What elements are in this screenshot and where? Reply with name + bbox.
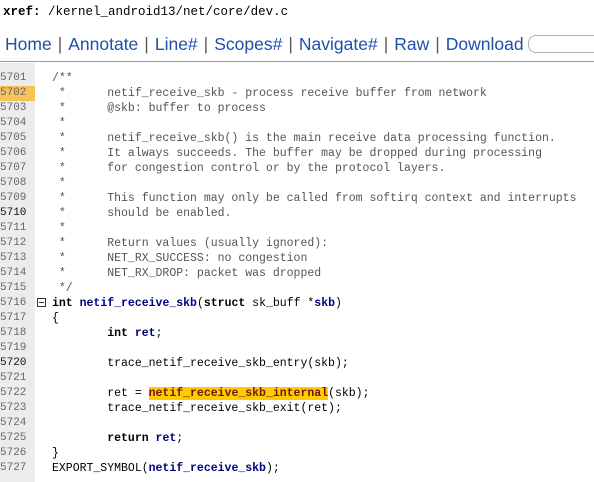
code-line: 5726} bbox=[0, 446, 594, 461]
line-number[interactable]: 5719 bbox=[0, 341, 35, 356]
code-text: ret = netif_receive_skb_internal(skb); bbox=[52, 387, 370, 400]
line-number[interactable]: 5701 bbox=[0, 71, 35, 86]
code-line: 5727 EXPORT_SYMBOL(netif_receive_skb); bbox=[0, 461, 594, 476]
code-line: 5710 * should be enabled. bbox=[0, 206, 594, 221]
line-number[interactable]: 5727 bbox=[0, 461, 35, 476]
menu-annotate-link[interactable]: Annotate bbox=[68, 34, 138, 54]
code-text: } bbox=[52, 447, 59, 460]
line-number[interactable]: 5724 bbox=[0, 416, 35, 431]
line-number[interactable]: 5722 bbox=[0, 386, 35, 401]
code-text: * bbox=[52, 117, 66, 130]
line-number[interactable]: 5713 bbox=[0, 251, 35, 266]
code-text: * for congestion control or by the proto… bbox=[52, 162, 446, 175]
code-line: 5702 * netif_receive_skb - process recei… bbox=[0, 86, 594, 101]
menu-scopes-link[interactable]: Scopes# bbox=[214, 34, 282, 54]
code-line: 5725 return ret; bbox=[0, 431, 594, 446]
xref-path-bar: xref: /kernel_android13/net/core/dev.c bbox=[3, 1, 288, 23]
code-text: * NET_RX_SUCCESS: no congestion bbox=[52, 252, 308, 265]
menu-separator: | bbox=[57, 34, 63, 54]
code-text: * bbox=[52, 177, 66, 190]
line-number[interactable]: 5710 bbox=[0, 206, 35, 221]
code-line: 5709 * This function may only be called … bbox=[0, 191, 594, 206]
line-number[interactable]: 5704 bbox=[0, 116, 35, 131]
source-code-view: 5701/** 5702 * netif_receive_skb - proces… bbox=[0, 71, 594, 476]
line-number[interactable]: 5717 bbox=[0, 311, 35, 326]
menu-separator: | bbox=[203, 34, 209, 54]
navigation-menu: Home | Annotate | Line# | Scopes# | Navigate# | Ra… bbox=[0, 27, 594, 62]
menu-separator: | bbox=[144, 34, 149, 54]
line-number[interactable]: 5720 bbox=[0, 356, 35, 371]
code-line: 5718 int ret; bbox=[0, 326, 594, 341]
code-text: EXPORT_SYMBOL(netif_receive_skb); bbox=[52, 462, 280, 475]
menu-home-link[interactable]: Home bbox=[5, 34, 52, 54]
line-number[interactable]: 5702 bbox=[0, 86, 35, 101]
code-line: 5707 * for congestion control or by the … bbox=[0, 161, 594, 176]
line-number[interactable]: 5708 bbox=[0, 176, 35, 191]
line-number[interactable]: 5718 bbox=[0, 326, 35, 341]
code-line: 5719 bbox=[0, 341, 594, 356]
line-number[interactable]: 5726 bbox=[0, 446, 35, 461]
code-line: 5711 * bbox=[0, 221, 594, 236]
code-text: * Return values (usually ignored): bbox=[52, 237, 329, 250]
line-number[interactable]: 5716 bbox=[0, 296, 35, 311]
code-line: 5721 bbox=[0, 371, 594, 386]
code-line: 5712 * Return values (usually ignored): bbox=[0, 236, 594, 251]
code-line: 5715 */ bbox=[0, 281, 594, 296]
menu-separator: | bbox=[383, 34, 389, 54]
fold-toggle-icon[interactable] bbox=[37, 298, 46, 307]
line-number[interactable]: 5712 bbox=[0, 236, 35, 251]
line-number[interactable]: 5723 bbox=[0, 401, 35, 416]
code-text: */ bbox=[52, 282, 73, 295]
code-text: trace_netif_receive_skb_entry(skb); bbox=[52, 357, 349, 370]
line-number[interactable]: 5706 bbox=[0, 146, 35, 161]
code-text: * bbox=[52, 222, 66, 235]
code-text: * netif_receive_skb() is the main receiv… bbox=[52, 132, 556, 145]
code-text: * NET_RX_DROP: packet was dropped bbox=[52, 267, 322, 280]
code-line: 5720 trace_netif_receive_skb_entry(skb); bbox=[0, 356, 594, 371]
code-text: * should be enabled. bbox=[52, 207, 232, 220]
line-number[interactable]: 5721 bbox=[0, 371, 35, 386]
code-line: 5704 * bbox=[0, 116, 594, 131]
code-line: 5723 trace_netif_receive_skb_exit(ret); bbox=[0, 401, 594, 416]
code-line: 5703 * @skb: buffer to process bbox=[0, 101, 594, 116]
code-text: { bbox=[52, 312, 59, 325]
line-number[interactable]: 5711 bbox=[0, 221, 35, 236]
code-text: * netif_receive_skb - process receive bu… bbox=[52, 87, 487, 100]
code-line: 5701 /** bbox=[0, 71, 594, 86]
menu-download-link[interactable]: Download bbox=[446, 34, 524, 54]
menu-raw-link[interactable]: Raw bbox=[394, 34, 429, 54]
menu-line-number-link[interactable]: Line# bbox=[155, 34, 198, 54]
line-number[interactable]: 5705 bbox=[0, 131, 35, 146]
code-line: 5708 * bbox=[0, 176, 594, 191]
code-line: 5716 int netif_receive_skb(struct sk_buff… bbox=[0, 296, 594, 311]
line-number[interactable]: 5715 bbox=[0, 281, 35, 296]
line-number[interactable]: 5725 bbox=[0, 431, 35, 446]
code-text: * This function may only be called from … bbox=[52, 192, 577, 205]
code-line: 5714 * NET_RX_DROP: packet was dropped bbox=[0, 266, 594, 281]
code-text: return ret; bbox=[107, 432, 184, 445]
code-text: int ret; bbox=[107, 327, 163, 340]
line-number[interactable]: 5714 bbox=[0, 266, 35, 281]
menu-items: Home | Annotate | Line# | Scopes# | Navigate# | Ra… bbox=[5, 27, 524, 61]
line-number[interactable]: 5703 bbox=[0, 101, 35, 116]
code-text: int netif_receive_skb(struct sk_buff *sk… bbox=[52, 297, 342, 310]
menu-separator: | bbox=[435, 34, 440, 54]
code-text: * It always succeeds. The buffer may be … bbox=[52, 147, 542, 160]
code-text: * @skb: buffer to process bbox=[52, 102, 266, 115]
menu-separator: | bbox=[288, 34, 293, 54]
code-line: 5705 * netif_receive_skb() is the main r… bbox=[0, 131, 594, 146]
code-line: 5713 * NET_RX_SUCCESS: no congestion bbox=[0, 251, 594, 266]
line-number[interactable]: 5709 bbox=[0, 191, 35, 206]
code-line: 5722 ret = netif_receive_skb_internal(sk… bbox=[0, 386, 594, 401]
search-input[interactable] bbox=[528, 35, 594, 53]
xref-label: xref: bbox=[3, 5, 41, 19]
code-line: 5706 * It always succeeds. The buffer ma… bbox=[0, 146, 594, 161]
file-path: /kernel_android13/net/core/dev.c bbox=[48, 5, 289, 19]
code-line: 5724 bbox=[0, 416, 594, 431]
code-text: trace_netif_receive_skb_exit(ret); bbox=[52, 402, 342, 415]
line-number[interactable]: 5707 bbox=[0, 161, 35, 176]
menu-navigate-link[interactable]: Navigate# bbox=[299, 34, 378, 54]
code-text: /** bbox=[52, 72, 73, 85]
code-line: 5717 { bbox=[0, 311, 594, 326]
